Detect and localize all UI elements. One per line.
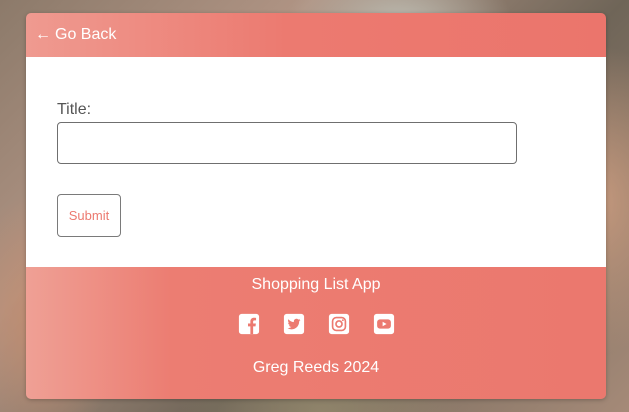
footer-app-name: Shopping List App (251, 276, 381, 293)
back-arrow-icon: ← (35, 26, 51, 43)
title-input[interactable] (57, 122, 517, 164)
footer: Shopping List App Greg Reeds 2024 (26, 267, 606, 399)
submit-button[interactable]: Submit (57, 194, 121, 237)
form-card: ← Go Back Title: Submit Shopping List Ap… (26, 13, 606, 399)
twitter-icon[interactable] (283, 313, 305, 335)
header-bar: ← Go Back (26, 13, 606, 57)
go-back-label: Go Back (55, 26, 117, 43)
footer-credit: Greg Reeds 2024 (252, 359, 380, 376)
social-links (26, 313, 606, 335)
form-body: Title: Submit (26, 57, 606, 267)
go-back-link[interactable]: ← Go Back (35, 26, 116, 44)
youtube-icon[interactable] (373, 313, 395, 335)
title-label: Title: (57, 101, 92, 118)
instagram-icon[interactable] (328, 313, 350, 335)
facebook-icon[interactable] (238, 313, 260, 335)
